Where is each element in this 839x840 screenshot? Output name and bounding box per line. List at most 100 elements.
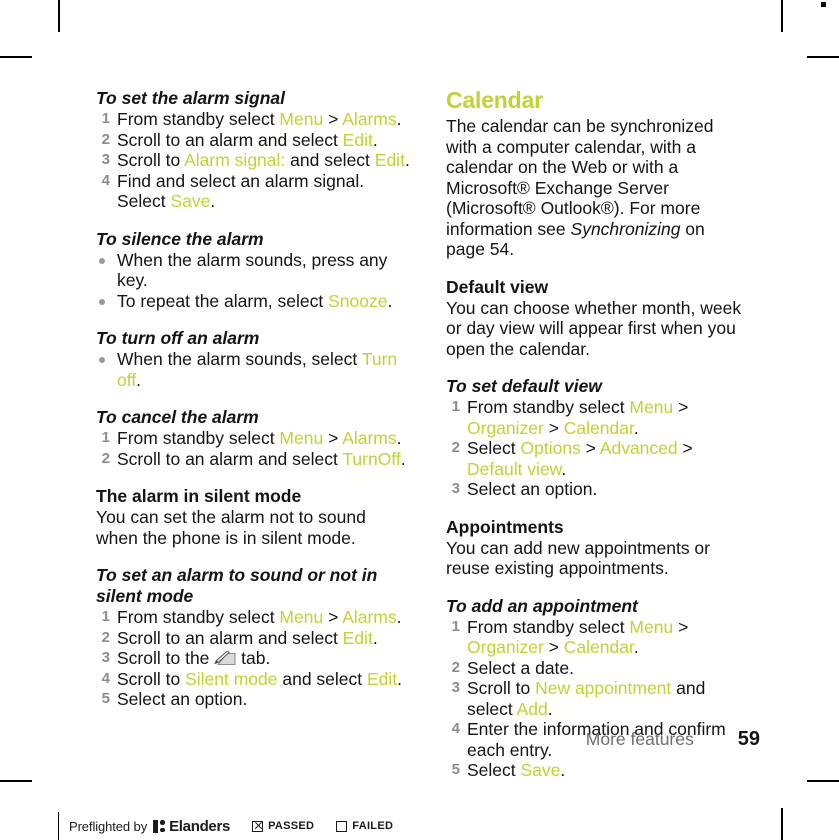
step-item: 2 Select a date. xyxy=(446,658,746,679)
step-item: 5 Select Save. xyxy=(446,760,746,781)
bullet-text-post: . xyxy=(136,369,142,390)
step-text-post: . xyxy=(396,109,402,129)
section-silence-alarm: To silence the alarm When the alarm soun… xyxy=(96,229,410,312)
section-body: You can set the alarm not to sound when … xyxy=(96,507,366,548)
section-heading: Default view xyxy=(446,276,549,297)
preflight-stamp: Preflighted by Elanders PASSED FAILED xyxy=(58,812,393,840)
step-text-mid: > xyxy=(323,109,343,129)
step-item: 3 Scroll to Alarm signal: and select Edit… xyxy=(96,150,410,171)
page-footer: More features 59 xyxy=(96,728,760,751)
section-add-appointment: To add an appointment 1 From standby sele… xyxy=(446,596,746,781)
bullet-text-post: . xyxy=(387,290,393,311)
ui-term: Save xyxy=(520,760,561,780)
step-text-post: . xyxy=(561,458,567,479)
step-item: 2 Scroll to an alarm and select TurnOff. xyxy=(96,449,410,470)
step-number: 1 xyxy=(451,398,460,415)
ui-term: Organizer xyxy=(467,417,544,438)
step-text-pre: From standby select xyxy=(117,428,280,448)
step-text-pre: Scroll to xyxy=(117,150,185,170)
checkbox-checked-icon xyxy=(252,820,264,832)
section-heading: To set default view xyxy=(446,376,602,396)
section-heading: To cancel the alarm xyxy=(96,407,259,427)
ui-term: Organizer xyxy=(467,637,544,657)
step-text-post: . xyxy=(372,129,378,150)
step-text-pre: Scroll to xyxy=(467,678,536,698)
step-text-pre: Select xyxy=(467,438,521,458)
step-text-post: . xyxy=(372,627,378,648)
step-number: 3 xyxy=(101,649,110,666)
step-text-post: . xyxy=(397,668,403,689)
checkbox-empty-icon xyxy=(336,820,348,832)
step-text-mid: and select xyxy=(277,668,367,689)
section-heading: To set an alarm to sound or not in silen… xyxy=(96,565,378,606)
step-number: 2 xyxy=(101,628,110,646)
ui-term: Save xyxy=(170,191,211,211)
ui-term: Add xyxy=(516,698,548,719)
step-number: 4 xyxy=(101,669,110,687)
step-text-pre: From standby select xyxy=(467,616,630,637)
step-list: 1 From standby select Menu > Organizer > … xyxy=(446,397,746,500)
step-number: 2 xyxy=(451,658,460,676)
ui-term: Snooze xyxy=(328,290,388,311)
section-set-alarm-silent-mode: To set an alarm to sound or not in silen… xyxy=(96,565,410,710)
pencil-tab-icon xyxy=(214,650,236,667)
bullet-text-pre: When the alarm sounds, select xyxy=(117,349,362,369)
step-item: 1 From standby select Menu > Alarms. xyxy=(96,607,410,628)
manual-page: To set the alarm signal 1 From standby se… xyxy=(0,0,839,840)
section-cancel-alarm: To cancel the alarm 1 From standby select… xyxy=(96,407,410,469)
bullet-text-pre: When the alarm sounds, press any key. xyxy=(117,249,388,291)
bullet-item: When the alarm sounds, press any key. xyxy=(96,250,410,291)
ui-term: Silent mode xyxy=(185,668,278,689)
ui-term: Edit xyxy=(374,150,405,170)
ui-term: Alarms xyxy=(342,607,397,627)
cross-reference: Synchronizing xyxy=(570,218,681,239)
step-item: 1 From standby select Menu > Alarms. xyxy=(96,109,410,130)
step-text-mid2: > xyxy=(543,417,564,438)
ui-term: Menu xyxy=(279,109,324,129)
ui-term: Options xyxy=(520,438,581,458)
step-text-post: . xyxy=(396,428,402,448)
step-text-pre: Scroll to xyxy=(117,668,186,689)
ui-term: Alarms xyxy=(342,428,397,448)
ui-term: Menu xyxy=(629,397,674,417)
step-number: 5 xyxy=(101,690,110,707)
step-text-pre: Scroll to an alarm and select xyxy=(117,129,343,150)
step-item: 4 Find and select an alarm signal. Select… xyxy=(96,171,410,212)
step-text-pre: Find and select an alarm signal. Select xyxy=(117,170,365,212)
bullet-dot-icon xyxy=(99,257,105,264)
intro-paragraph: The calendar can be synchronized with a … xyxy=(446,116,746,260)
ui-term: Advanced xyxy=(599,438,678,458)
ui-term: TurnOff xyxy=(342,448,401,469)
step-list: 1 From standby select Menu > Organizer > … xyxy=(446,617,746,781)
ui-term: Menu xyxy=(279,607,324,627)
step-number: 2 xyxy=(101,130,110,148)
ui-term: Edit xyxy=(367,668,398,689)
step-text-pre: Scroll to an alarm and select xyxy=(117,448,343,469)
step-item: 3 Select an option. xyxy=(446,479,746,500)
section-alarm-silent-mode: The alarm in silent mode You can set the… xyxy=(96,486,410,548)
step-list: 1 From standby select Menu > Alarms. 2 Scr… xyxy=(96,109,410,212)
ui-term: Edit xyxy=(342,627,373,648)
step-text-post: . xyxy=(633,637,639,657)
bullet-dot-icon xyxy=(99,298,105,305)
step-text-pre: Select xyxy=(467,760,521,780)
ui-term: Calendar xyxy=(563,417,634,438)
two-column-layout: To set the alarm signal 1 From standby se… xyxy=(96,88,760,781)
step-number: 1 xyxy=(101,110,110,127)
preflight-passed-label: PASSED xyxy=(268,820,315,832)
ui-term: Alarms xyxy=(342,109,397,129)
step-number: 1 xyxy=(101,429,110,446)
step-number: 2 xyxy=(101,449,110,467)
section-body: You can choose whether month, week or da… xyxy=(446,297,742,359)
step-item: 2 Scroll to an alarm and select Edit. xyxy=(96,130,410,151)
bullet-list: When the alarm sounds, select Turn off. xyxy=(96,349,410,390)
section-body: You can add new appointments or reuse ex… xyxy=(446,537,710,579)
section-set-default-view: To set default view 1 From standby select… xyxy=(446,376,746,500)
step-text-mid2: > xyxy=(543,637,564,657)
step-number: 1 xyxy=(101,608,110,625)
step-item: 2 Scroll to an alarm and select Edit. xyxy=(96,628,410,649)
step-item: 4 Scroll to Silent mode and select Edit. xyxy=(96,669,410,690)
step-number: 2 xyxy=(451,439,460,456)
step-text-mid2: > xyxy=(677,438,693,458)
step-text-mid: > xyxy=(673,616,689,637)
